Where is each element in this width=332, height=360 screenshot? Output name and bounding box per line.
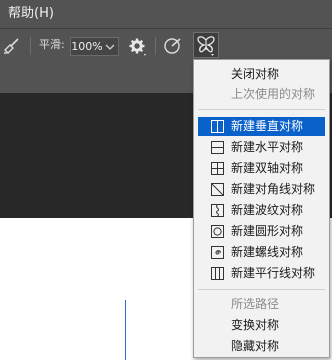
menu-item-parallel-lines-symmetry[interactable]: 新建平行线对称 [198,264,325,283]
menu-item-label: 新建垂直对称 [231,119,304,133]
menu-item-spiral-symmetry[interactable]: 新建螺线对称 [198,243,325,262]
parallel-lines-symmetry-icon [211,267,224,280]
menu-item-label: 所选路径 [231,297,280,311]
brush-settings-icon[interactable] [2,37,24,55]
spiral-symmetry-icon [211,246,224,259]
menu-item-vertical-symmetry[interactable]: 新建垂直对称 [198,117,325,136]
menu-item-label: 新建圆形对称 [231,224,304,238]
symmetry-guide-line [125,300,126,360]
dual-axis-symmetry-icon [211,162,224,175]
menu-item-close-symmetry[interactable]: 关闭对称 [198,65,325,84]
vertical-symmetry-icon [211,120,224,133]
menu-item-selected-path: 所选路径 [198,295,325,314]
gear-icon[interactable] [128,37,148,57]
angle-icon[interactable] [163,36,183,56]
toolbar-separator [30,37,31,55]
app-window: 帮助(H) 平滑: 100% 关闭对称 上次使用的对称 新建垂直对称 新建水平对… [0,0,332,360]
menu-item-label: 新建双轴对称 [231,161,304,175]
menu-item-circle-symmetry[interactable]: 新建圆形对称 [198,222,325,241]
symmetry-button[interactable] [193,32,219,58]
menu-item-label: 新建波纹对称 [231,203,304,217]
menu-item-label: 上次使用的对称 [231,87,316,101]
menu-item-label: 新建水平对称 [231,140,304,154]
smoothing-input[interactable]: 100% [70,37,104,56]
menu-item-dual-axis-symmetry[interactable]: 新建双轴对称 [198,159,325,178]
menu-item-hide-symmetry[interactable]: 隐藏对称 [198,337,325,356]
smoothing-dropdown[interactable] [102,37,119,56]
menu-item-label: 新建对角线对称 [231,182,316,196]
smoothing-label: 平滑: [39,38,65,51]
menu-item-wavy-symmetry[interactable]: 新建波纹对称 [198,201,325,220]
wavy-symmetry-icon [211,204,224,217]
toolbar-separator [155,37,156,55]
diagonal-symmetry-icon [211,183,224,196]
butterfly-icon [197,36,215,56]
menu-item-last-used: 上次使用的对称 [198,85,325,104]
menu-item-label: 新建平行线对称 [231,266,316,280]
menu-divider [198,109,325,110]
menu-item-label: 变换对称 [231,318,280,332]
menu-bar: 帮助(H) [0,0,332,29]
menu-help[interactable]: 帮助(H) [8,5,54,23]
menu-item-label: 关闭对称 [231,67,280,81]
menu-item-horizontal-symmetry[interactable]: 新建水平对称 [198,138,325,157]
menu-item-transform-symmetry[interactable]: 变换对称 [198,316,325,335]
menu-item-diagonal-symmetry[interactable]: 新建对角线对称 [198,180,325,199]
menu-item-label: 新建螺线对称 [231,245,304,259]
menu-divider [198,289,325,290]
symmetry-menu: 关闭对称 上次使用的对称 新建垂直对称 新建水平对称 新建双轴对称 新建对角线对… [193,59,330,358]
circle-symmetry-icon [211,225,224,238]
chevron-down-icon [105,44,115,50]
options-bar: 平滑: 100% [0,29,332,63]
menu-item-label: 隐藏对称 [231,339,280,353]
horizontal-symmetry-icon [211,141,224,154]
